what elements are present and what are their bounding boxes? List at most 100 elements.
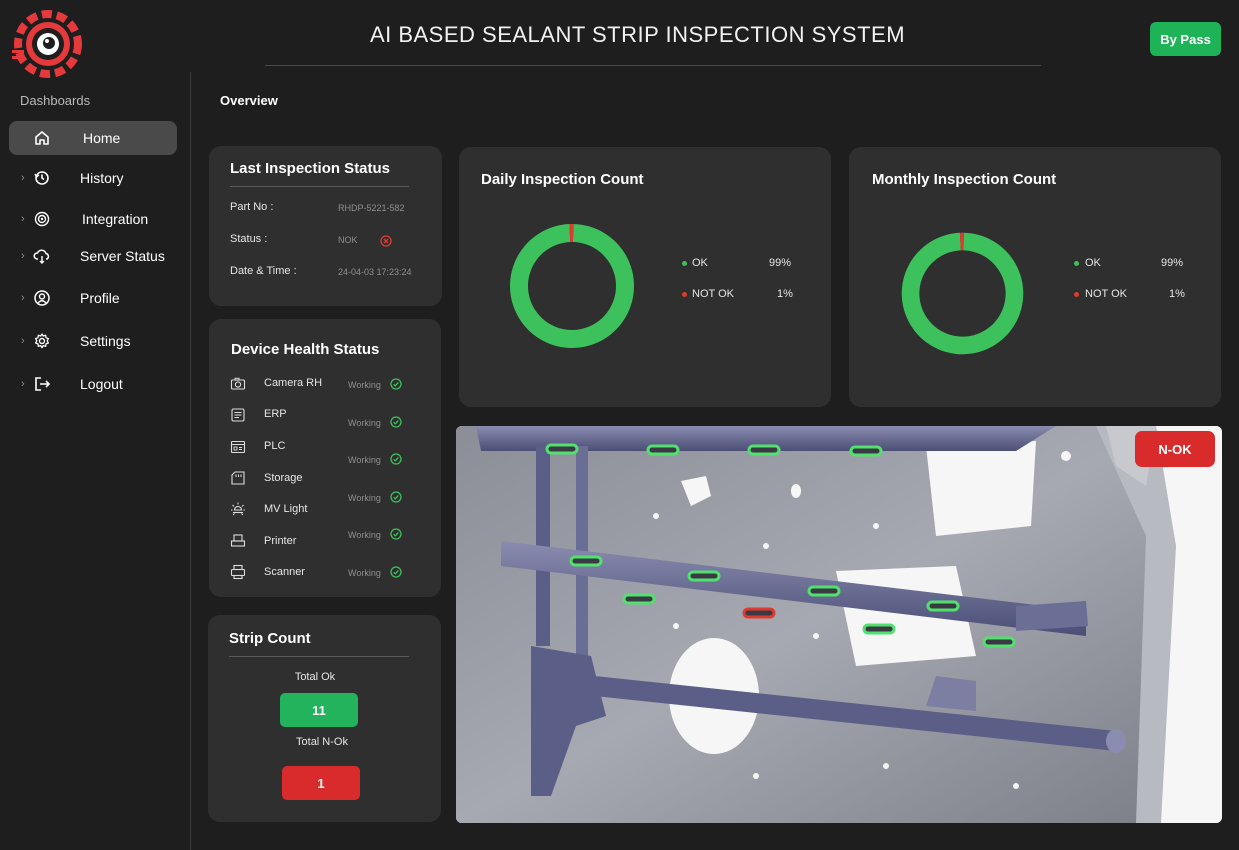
sidebar-item-label: History <box>80 170 124 186</box>
legend-ok-value: 99% <box>769 257 792 269</box>
monthly-donut-chart <box>901 232 1024 355</box>
sidebar-item-label: Settings <box>80 333 131 349</box>
inspection-image <box>456 426 1222 823</box>
status-label: Status : <box>230 233 268 245</box>
device-name: Printer <box>264 535 297 547</box>
scanner-icon <box>230 564 246 580</box>
nok-status-icon <box>380 235 392 247</box>
legend-nok-dot <box>682 292 687 297</box>
page-title: AI BASED SEALANT STRIP INSPECTION SYSTEM <box>369 22 906 47</box>
device-name: Camera RH <box>264 377 323 389</box>
total-ok-label: Total Ok <box>294 671 336 683</box>
chevron-right-icon: › <box>21 292 25 304</box>
donut-slice-ok <box>901 232 1024 355</box>
daily-inspection-card: Daily Inspection Count OK 99% NOT OK 1% <box>459 147 831 407</box>
total-nok-value: 1 <box>282 766 360 800</box>
sidebar-item-logout[interactable]: › Logout <box>9 367 177 401</box>
device-name: Scanner <box>264 566 305 578</box>
integration-icon <box>34 211 50 227</box>
result-badge: N-OK <box>1135 431 1215 467</box>
title-underline <box>265 65 1041 66</box>
light-icon <box>231 502 245 516</box>
check-circle-icon <box>390 378 402 390</box>
device-status: Working <box>348 455 381 465</box>
status-value: NOK <box>338 235 358 245</box>
card-title: Device Health Status <box>231 341 380 358</box>
date-time-value: 24-04-03 17:23:24 <box>338 267 412 277</box>
chevron-right-icon: › <box>21 378 25 390</box>
overview-label: Overview <box>220 93 278 108</box>
legend-nok-dot <box>1074 292 1079 297</box>
card-title: Strip Count <box>229 630 311 647</box>
gear-icon <box>34 333 50 349</box>
last-inspection-card: Last Inspection Status Part No : RHDP-52… <box>209 146 442 306</box>
card-divider <box>229 656 409 657</box>
device-status: Working <box>348 493 381 503</box>
total-nok-label: Total N-Ok <box>296 736 348 748</box>
legend-nok-value: 1% <box>1169 288 1185 300</box>
history-icon <box>34 171 49 185</box>
daily-donut-chart <box>510 224 635 348</box>
device-name: Storage <box>264 472 303 484</box>
card-divider <box>230 186 409 187</box>
plc-icon <box>230 440 246 454</box>
app-logo <box>12 10 82 78</box>
legend-nok-value: 1% <box>777 288 793 300</box>
chart-title: Monthly Inspection Count <box>872 171 1057 188</box>
sidebar-item-integration[interactable]: › Integration <box>9 202 177 236</box>
device-status: Working <box>348 380 381 390</box>
legend-ok-dot <box>682 261 687 266</box>
sidebar-item-settings[interactable]: › Settings <box>9 324 177 358</box>
chevron-right-icon: › <box>21 335 25 347</box>
chart-title: Daily Inspection Count <box>481 171 644 188</box>
storage-icon <box>231 471 245 485</box>
erp-icon <box>231 408 245 422</box>
device-status: Working <box>348 568 381 578</box>
dashboards-section-label: Dashboards <box>20 93 91 108</box>
check-circle-icon <box>390 566 402 578</box>
sidebar-item-home[interactable]: Home <box>9 121 177 155</box>
sidebar-item-server-status[interactable]: › Server Status <box>9 239 177 273</box>
date-time-label: Date & Time : <box>230 265 297 277</box>
sidebar-item-history[interactable]: › History <box>9 161 177 195</box>
chevron-right-icon: › <box>21 172 25 184</box>
monthly-inspection-card: Monthly Inspection Count OK 99% NOT OK 1… <box>849 147 1221 407</box>
legend-nok-label: NOT OK <box>1085 288 1127 300</box>
check-circle-icon <box>390 528 402 540</box>
chevron-right-icon: › <box>21 250 25 262</box>
logout-icon <box>35 377 51 391</box>
check-circle-icon <box>390 491 402 503</box>
part-no-label: Part No : <box>230 201 274 213</box>
device-name: ERP <box>264 408 287 420</box>
check-circle-icon <box>390 453 402 465</box>
device-status: Working <box>348 418 381 428</box>
bypass-button[interactable]: By Pass <box>1150 22 1221 56</box>
card-title: Last Inspection Status <box>230 160 391 177</box>
sidebar-item-label: Logout <box>80 376 123 392</box>
sidebar-item-label: Profile <box>80 290 120 306</box>
device-status: Working <box>348 530 381 540</box>
sidebar-item-label: Server Status <box>80 248 165 264</box>
check-circle-icon <box>390 416 402 428</box>
legend-ok-dot <box>1074 261 1079 266</box>
chevron-right-icon: › <box>21 213 25 225</box>
part-no-value: RHDP-5221-582 <box>338 203 405 213</box>
total-ok-value: 11 <box>280 693 358 727</box>
sidebar-item-label: Integration <box>82 211 149 227</box>
sidebar-divider <box>190 72 191 850</box>
printer-icon <box>230 534 246 547</box>
sidebar-item-label: Home <box>83 130 121 146</box>
camera-icon <box>230 377 246 390</box>
device-name: MV Light <box>264 503 308 515</box>
legend-nok-label: NOT OK <box>692 288 734 300</box>
car-door-panel-illustration <box>456 426 1222 823</box>
legend-ok-value: 99% <box>1161 257 1184 269</box>
profile-icon <box>34 290 50 306</box>
donut-slice-ok <box>510 224 635 348</box>
legend-ok-label: OK <box>692 257 708 269</box>
device-health-card: Device Health Status Camera RH Working E… <box>209 319 441 597</box>
sidebar-item-profile[interactable]: › Profile <box>9 281 177 315</box>
legend-ok-label: OK <box>1085 257 1101 269</box>
cloud-server-icon <box>33 249 50 264</box>
home-icon <box>35 131 49 145</box>
